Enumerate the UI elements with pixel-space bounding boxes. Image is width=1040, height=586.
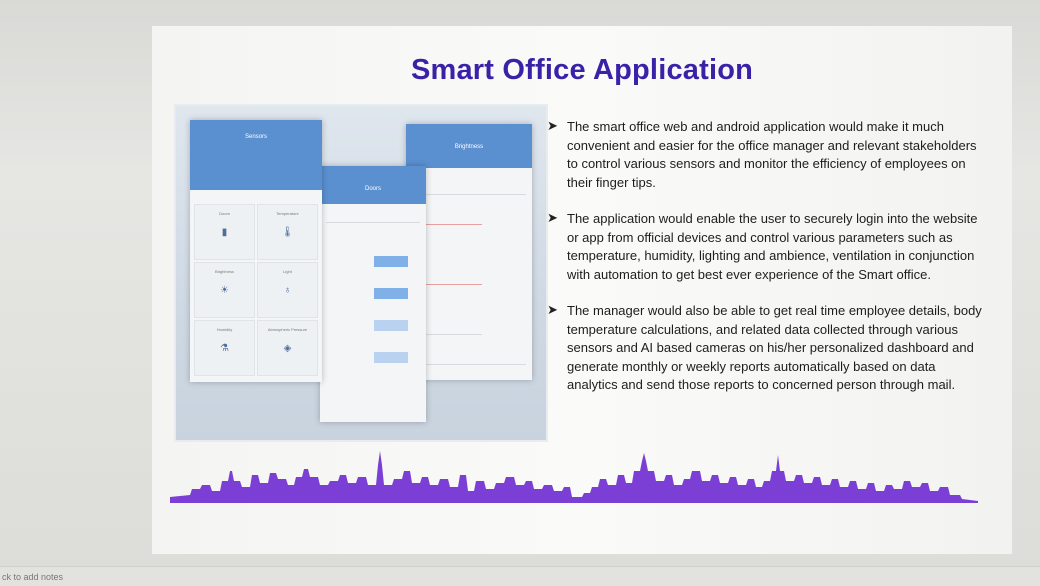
sensor-tile-grid: Doors ▮ Temperature 🌡 Brightness ☀ Light… bbox=[194, 204, 318, 376]
arrow-bullet-icon: ➤ bbox=[547, 118, 558, 133]
doors-screen: Doors bbox=[320, 166, 426, 422]
brightness-app-bar: Brightness bbox=[406, 124, 532, 168]
arrow-bullet-icon: ➤ bbox=[547, 210, 558, 225]
sensor-tile: Light ♁ bbox=[257, 262, 318, 318]
app-mockup-image: Brightness Doors Sensors Doors ▮ Tempera… bbox=[174, 104, 548, 442]
sun-icon: ☀ bbox=[220, 285, 229, 296]
arrow-bullet-icon: ➤ bbox=[547, 302, 558, 317]
bullet-list: ➤ The smart office web and android appli… bbox=[547, 118, 987, 413]
sensor-tile: Brightness ☀ bbox=[194, 262, 255, 318]
sensor-tile: Temperature 🌡 bbox=[257, 204, 318, 260]
bullet-text: The application would enable the user to… bbox=[567, 211, 978, 282]
notes-pane[interactable] bbox=[0, 566, 1040, 586]
sensors-app-bar: Sensors bbox=[190, 120, 322, 190]
bulb-icon: ♁ bbox=[283, 285, 292, 296]
thermometer-icon: 🌡 bbox=[281, 227, 294, 238]
sensor-tile-label: Temperature bbox=[276, 211, 299, 216]
doors-screen-title: Doors bbox=[364, 186, 381, 192]
sensor-tile-label: Humidity bbox=[216, 327, 233, 332]
pressure-icon: ◈ bbox=[283, 343, 292, 354]
slide-title: Smart Office Application bbox=[410, 54, 754, 86]
sensor-tile: Atmospheric Pressure ◈ bbox=[257, 320, 318, 376]
notes-hint[interactable]: ck to add notes bbox=[2, 572, 63, 582]
sensors-screen: Sensors Doors ▮ Temperature 🌡 Brightness… bbox=[190, 120, 322, 382]
city-skyline-decoration bbox=[170, 451, 978, 503]
sensor-tile-label: Light bbox=[283, 269, 292, 274]
bullet-item: ➤ The smart office web and android appli… bbox=[547, 118, 987, 192]
sensor-tile: Doors ▮ bbox=[194, 204, 255, 260]
doors-app-bar: Doors bbox=[320, 166, 426, 204]
sensor-tile: Humidity ⚗ bbox=[194, 320, 255, 376]
sensor-tile-label: Atmospheric Pressure bbox=[267, 327, 308, 332]
bullet-item: ➤ The application would enable the user … bbox=[547, 210, 987, 284]
sensors-screen-title: Sensors bbox=[244, 134, 267, 140]
sensor-tile-label: Brightness bbox=[215, 269, 234, 274]
bullet-text: The smart office web and android applica… bbox=[567, 119, 977, 190]
door-icon: ▮ bbox=[221, 227, 228, 238]
bullet-text: The manager would also be able to get re… bbox=[567, 303, 982, 392]
sensor-tile-label: Doors bbox=[219, 211, 230, 216]
humidity-icon: ⚗ bbox=[220, 343, 229, 354]
brightness-screen-title: Brightness bbox=[454, 144, 484, 150]
bullet-item: ➤ The manager would also be able to get … bbox=[547, 302, 987, 395]
slide: Smart Office Application Brightness Door… bbox=[152, 26, 1012, 554]
